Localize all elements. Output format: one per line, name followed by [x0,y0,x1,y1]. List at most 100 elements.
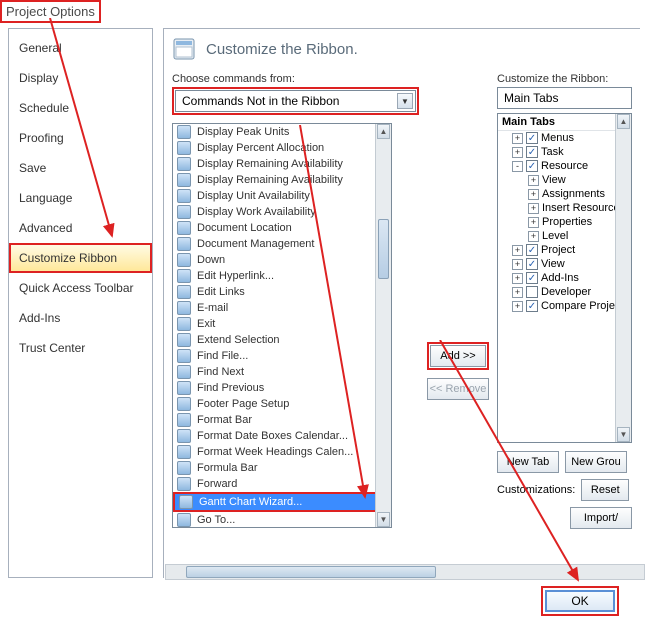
tree-expander[interactable]: + [512,287,523,298]
command-item[interactable]: Format Week Headings Calen... [173,444,391,460]
tree-node[interactable]: +✓Project [498,243,631,257]
command-item[interactable]: Display Work Availability [173,204,391,220]
new-tab-button[interactable]: New Tab [497,451,559,473]
scroll-up-button[interactable]: ▲ [617,114,630,129]
chevron-down-icon[interactable]: ▼ [397,93,413,109]
add-button[interactable]: Add >> [430,345,486,367]
command-item[interactable]: Find Next [173,364,391,380]
category-item[interactable]: Proofing [9,123,152,153]
command-item[interactable]: Exit [173,316,391,332]
horizontal-scroll-thumb[interactable] [186,566,436,578]
ribbon-scope-value: Main Tabs [504,91,558,105]
command-item[interactable]: Gantt Chart Wizard... [175,494,389,510]
category-item[interactable]: Save [9,153,152,183]
category-item[interactable]: General [9,33,152,63]
choose-commands-combo[interactable]: Commands Not in the Ribbon ▼ [175,90,416,112]
tree-node[interactable]: +Level [498,229,631,243]
tree-node[interactable]: +View [498,173,631,187]
tree-node[interactable]: +Developer [498,285,631,299]
tree-checkbox[interactable]: ✓ [526,160,538,172]
scroll-down-button[interactable]: ▼ [617,427,630,442]
tree-expander[interactable]: + [512,133,523,144]
tree-checkbox[interactable]: ✓ [526,258,538,270]
tree-expander[interactable]: + [528,189,539,200]
category-item[interactable]: Customize Ribbon [9,243,152,273]
command-item[interactable]: Display Remaining Availability [173,156,391,172]
tree-checkbox[interactable]: ✓ [526,272,538,284]
category-item[interactable]: Add-Ins [9,303,152,333]
command-item[interactable]: Edit Hyperlink... [173,268,391,284]
tree-expander[interactable]: + [512,245,523,256]
tree-node[interactable]: +✓Menus [498,131,631,145]
tree-scrollbar[interactable]: ▲ ▼ [615,114,631,442]
category-item[interactable]: Display [9,63,152,93]
command-item[interactable]: Find File... [173,348,391,364]
command-item[interactable]: Format Date Boxes Calendar... [173,428,391,444]
scroll-thumb[interactable] [378,219,389,279]
command-item[interactable]: Display Unit Availability [173,188,391,204]
command-item[interactable]: Display Peak Units [173,124,391,140]
tree-expander[interactable]: + [528,217,539,228]
reset-button[interactable]: Reset [581,479,629,501]
command-item[interactable]: E-mail [173,300,391,316]
tree-node[interactable]: +Assignments [498,187,631,201]
horizontal-scrollbar[interactable] [165,564,645,580]
tree-expander[interactable]: + [528,231,539,242]
tree-label: View [541,258,565,270]
tree-node[interactable]: +Properties [498,215,631,229]
tree-expander[interactable]: + [512,259,523,270]
command-item[interactable]: Formula Bar [173,460,391,476]
command-label: Display Percent Allocation [197,142,324,154]
command-item[interactable]: Find Previous [173,380,391,396]
command-item[interactable]: Display Percent Allocation [173,140,391,156]
category-item[interactable]: Language [9,183,152,213]
command-item[interactable]: Go To... [173,512,391,528]
middle-buttons-column: Add >> << Remove [427,73,489,529]
tree-expander[interactable]: - [512,161,523,172]
category-item[interactable]: Quick Access Toolbar [9,273,152,303]
tree-checkbox[interactable]: ✓ [526,300,538,312]
listbox-scrollbar[interactable]: ▲ ▼ [375,124,391,527]
ribbon-scope-combo[interactable]: Main Tabs [497,87,632,109]
tree-node[interactable]: +✓Add-Ins [498,271,631,285]
commands-listbox[interactable]: Display Peak Units Display Percent Alloca… [172,123,392,528]
command-icon [177,301,191,315]
tree-checkbox[interactable] [526,286,538,298]
tree-checkbox[interactable]: ✓ [526,244,538,256]
command-item[interactable]: Document Management [173,236,391,252]
command-item[interactable]: Down [173,252,391,268]
tree-checkbox[interactable]: ✓ [526,146,538,158]
command-icon [177,445,191,459]
command-item[interactable]: Extend Selection [173,332,391,348]
tree-node[interactable]: +✓Compare Projects [498,299,631,313]
command-icon [177,397,191,411]
import-export-button[interactable]: Import/ [570,507,632,529]
tree-expander[interactable]: + [528,203,539,214]
tree-node[interactable]: +Insert Resource [498,201,631,215]
tree-node[interactable]: +✓View [498,257,631,271]
tree-node[interactable]: +✓Task [498,145,631,159]
ok-button[interactable]: OK [545,590,615,612]
category-item[interactable]: Schedule [9,93,152,123]
tree-expander[interactable]: + [512,273,523,284]
command-item[interactable]: Forward [173,476,391,492]
tree-expander[interactable]: + [528,175,539,186]
command-item[interactable]: Display Remaining Availability [173,172,391,188]
command-item[interactable]: Document Location [173,220,391,236]
tree-node[interactable]: -✓Resource [498,159,631,173]
tree-expander[interactable]: + [512,301,523,312]
command-item[interactable]: Footer Page Setup [173,396,391,412]
command-icon [177,381,191,395]
command-label: Extend Selection [197,334,280,346]
tree-expander[interactable]: + [512,147,523,158]
scroll-up-button[interactable]: ▲ [377,124,390,139]
command-item[interactable]: Format Bar [173,412,391,428]
command-item[interactable]: Edit Links [173,284,391,300]
category-item[interactable]: Advanced [9,213,152,243]
ribbon-tree[interactable]: Main Tabs +✓Menus+✓Task-✓Resource+View+A… [497,113,632,443]
tree-label: Insert Resource [542,202,620,214]
scroll-down-button[interactable]: ▼ [377,512,390,527]
new-group-button[interactable]: New Grou [565,451,627,473]
tree-checkbox[interactable]: ✓ [526,132,538,144]
category-item[interactable]: Trust Center [9,333,152,363]
